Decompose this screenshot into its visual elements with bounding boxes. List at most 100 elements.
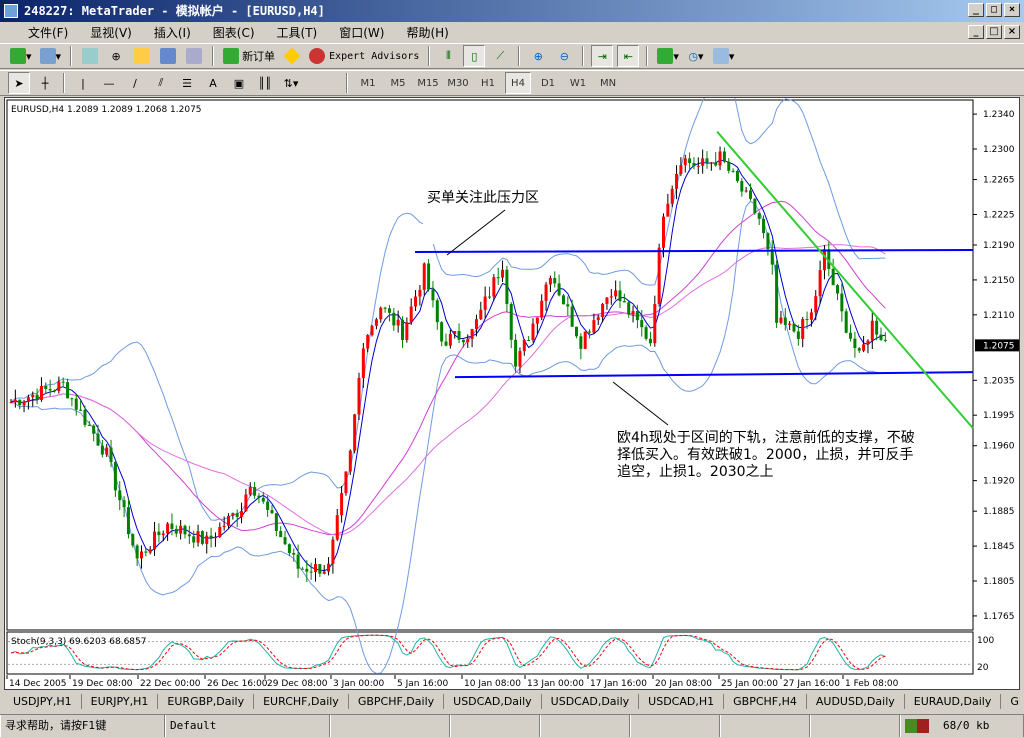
alert-button[interactable] <box>281 45 303 67</box>
new-order-button[interactable]: 新订单 <box>221 45 277 67</box>
symbol-tab[interactable]: EURAUD,Daily <box>905 694 1002 709</box>
arrows-tool[interactable]: ⇅▾ <box>280 72 302 94</box>
symbol-tab[interactable]: USDCAD,H1 <box>639 694 725 709</box>
indicators-button[interactable]: ▾ <box>655 45 681 67</box>
symbol-tab[interactable]: GBPCHF,Daily <box>349 694 445 709</box>
candle-body <box>274 513 278 531</box>
menu-window[interactable]: 窗口(W) <box>339 24 384 41</box>
timeframe-m5[interactable]: M5 <box>385 72 411 94</box>
price-label: 1.1995 <box>983 411 1015 421</box>
profiles-button[interactable]: ▾ <box>38 45 64 67</box>
candle-body <box>370 325 374 336</box>
symbol-tab[interactable]: AUDUSD,Daily <box>807 694 905 709</box>
maximize-button[interactable]: □ <box>986 3 1002 17</box>
line-chart-button[interactable]: ⟋ <box>489 45 511 67</box>
crosshair-tool[interactable]: ┼ <box>34 72 56 94</box>
timeframe-mn[interactable]: MN <box>595 72 621 94</box>
child-restore-button[interactable]: □ <box>986 25 1002 39</box>
candle-body <box>57 381 61 391</box>
close-button[interactable]: × <box>1004 3 1020 17</box>
menu-help[interactable]: 帮助(H) <box>406 24 448 41</box>
candle-body <box>548 278 552 285</box>
new-order-icon <box>223 48 240 64</box>
menu-tools[interactable]: 工具(T) <box>277 24 318 41</box>
chart-shift-button[interactable]: ⇤ <box>617 45 640 67</box>
child-minimize-button[interactable]: _ <box>968 25 984 39</box>
candle-body <box>222 525 226 528</box>
symbol-tab[interactable]: EURJPY,H1 <box>82 694 159 709</box>
candle-body <box>705 158 709 163</box>
price-chart[interactable]: 1.2340 1.2300 1.2265 1.2225 1.2190 1.2150 1.21… <box>5 74 1019 689</box>
standard-toolbar: ▾ ▾ ⊕ 新订单 Expert Advisors ⫴ ▯ ⟋ ⊕ ⊖ ⇥ ⇤ … <box>0 43 1024 69</box>
timeframe-m30[interactable]: M30 <box>445 72 471 94</box>
candle-body <box>261 497 265 502</box>
templates-button[interactable]: ▾ <box>711 45 737 67</box>
candle-body <box>731 170 735 172</box>
horizontal-line-tool[interactable]: — <box>98 72 120 94</box>
chart-window[interactable]: 1.2340 1.2300 1.2265 1.2225 1.2190 1.2150 1.21… <box>4 74 1020 690</box>
bar-chart-button[interactable]: ⫴ <box>437 45 459 67</box>
candle-body <box>648 338 652 344</box>
candle-body <box>126 507 130 535</box>
candle-body <box>257 495 261 498</box>
candle-body <box>144 551 148 553</box>
expert-advisors-button[interactable]: Expert Advisors <box>307 45 421 67</box>
candle-body <box>666 203 670 217</box>
timeframe-m15[interactable]: M15 <box>415 72 441 94</box>
candle-body <box>709 162 713 164</box>
menu-insert[interactable]: 插入(I) <box>154 24 191 41</box>
periods-button[interactable]: ◷ ▾ <box>685 45 707 67</box>
minimize-button[interactable]: _ <box>968 3 984 17</box>
candle-body <box>44 385 48 390</box>
cursor-tool[interactable]: ➤ <box>8 72 30 94</box>
symbol-tab[interactable]: USDCAD,Daily <box>542 694 640 709</box>
status-bar: 寻求帮助，请按F1键 Default 68/0 kb <box>0 714 1024 738</box>
equidistant-channel-tool[interactable]: ⫽ <box>150 72 172 94</box>
timeframe-m1[interactable]: M1 <box>355 72 381 94</box>
price-label: 1.2035 <box>983 376 1015 386</box>
price-label: 1.1845 <box>983 542 1015 552</box>
candle-body <box>183 525 187 535</box>
vertical-line-tool[interactable]: | <box>72 72 94 94</box>
strategy-tester-button[interactable] <box>183 45 205 67</box>
zoom-out-button[interactable]: ⊖ <box>553 45 575 67</box>
terminal-button[interactable] <box>157 45 179 67</box>
price-label: 1.2340 <box>983 110 1015 120</box>
trendline-tool[interactable]: / <box>124 72 146 94</box>
symbol-tab[interactable]: USDCAD,Daily <box>444 694 542 709</box>
gann-tool[interactable]: ║║ <box>254 72 276 94</box>
market-watch-button[interactable] <box>79 45 101 67</box>
zoom-in-button[interactable]: ⊕ <box>527 45 549 67</box>
text-tool[interactable]: A <box>202 72 224 94</box>
navigator-button[interactable] <box>131 45 153 67</box>
timeframe-w1[interactable]: W1 <box>565 72 591 94</box>
menu-view[interactable]: 显视(V) <box>90 24 132 41</box>
candlestick-button[interactable]: ▯ <box>463 45 486 67</box>
status-help: 寻求帮助，请按F1键 <box>0 715 165 737</box>
symbol-tab[interactable]: EURGBP,Daily <box>158 694 255 709</box>
menu-charts[interactable]: 图表(C) <box>213 24 255 41</box>
candle-body <box>148 549 152 553</box>
symbol-tab[interactable]: GBPCHF,H4 <box>724 694 807 709</box>
symbol-tab[interactable]: EURCHF,Daily <box>254 694 349 709</box>
candle-body <box>66 382 70 399</box>
expert-advisors-label: Expert Advisors <box>329 50 420 62</box>
candle-body <box>266 501 270 511</box>
new-chart-button[interactable]: ▾ <box>8 45 34 67</box>
auto-scroll-button[interactable]: ⇥ <box>591 45 614 67</box>
timeframe-h4[interactable]: H4 <box>505 72 531 94</box>
symbol-tab[interactable]: GBP: <box>1001 694 1020 709</box>
timeframe-d1[interactable]: D1 <box>535 72 561 94</box>
candle-body <box>862 344 866 351</box>
fibonacci-tool[interactable]: ☰ <box>176 72 198 94</box>
text-label-tool[interactable]: ▣ <box>228 72 250 94</box>
candle-body <box>531 323 535 341</box>
price-label: 1.1920 <box>983 477 1015 487</box>
symbol-tab[interactable]: USDJPY,H1 <box>4 694 82 709</box>
menu-file[interactable]: 文件(F) <box>28 24 68 41</box>
data-window-button[interactable]: ⊕ <box>105 45 127 67</box>
timeframe-h1[interactable]: H1 <box>475 72 501 94</box>
text-label-icon: ▣ <box>233 76 245 90</box>
child-close-button[interactable]: × <box>1004 25 1020 39</box>
candle-body <box>757 213 761 219</box>
